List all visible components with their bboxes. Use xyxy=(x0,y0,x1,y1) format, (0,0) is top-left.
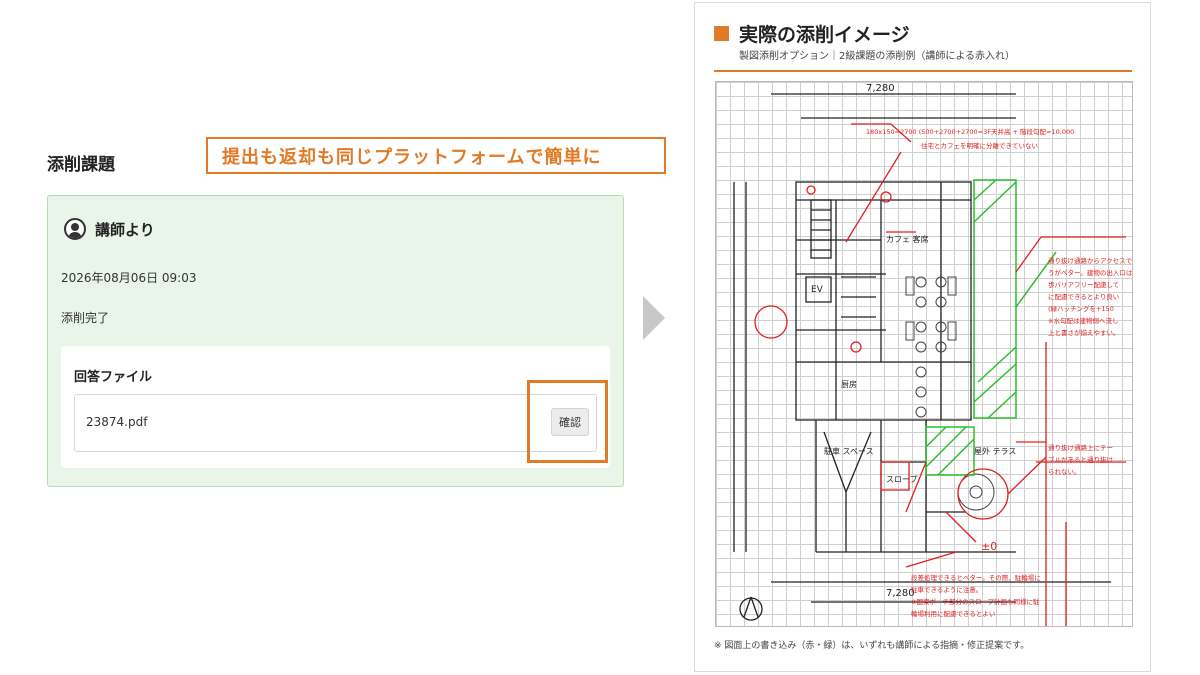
annotation-6: (緑ハッチングを+150 xyxy=(1048,304,1114,313)
annotation-9: 通り抜け通路上にテー xyxy=(1048,443,1113,452)
annotation-2: 通り抜け通路からアクセスできるように、カフェと書店を xyxy=(1048,256,1133,265)
callout-banner: 提出も返却も同じプラットフォームで簡単に xyxy=(206,137,666,174)
title-divider xyxy=(714,70,1132,72)
title-marker-icon xyxy=(714,26,729,41)
user-avatar-icon xyxy=(64,218,86,240)
annotation-10: ブルがあると通り抜け xyxy=(1048,455,1113,464)
annotation-3: うがベター。建物の出入口は xyxy=(1048,268,1133,277)
file-row: 23874.pdf 確認 xyxy=(74,394,597,452)
document-subtitle: 製図添削オプション｜2級課題の添削例（講師による赤入れ） xyxy=(739,51,1016,62)
ev-label: EV xyxy=(811,285,824,295)
annotation-5: に配慮できるとより良い xyxy=(1048,292,1119,301)
annotation-14: ※国東ポーチ部分のスロープ計画も同様に駐 xyxy=(911,597,1040,606)
kitchen-label: 厨房 xyxy=(841,379,857,389)
message-text: 添削完了 xyxy=(61,311,110,325)
answer-file-panel: 回答ファイル 23874.pdf 確認 xyxy=(61,346,610,468)
annotation-8: 上と書さが揃えやすい。 xyxy=(1048,328,1120,337)
annotation-1: 住宅とカフェを明確に分離できていない xyxy=(921,141,1038,150)
dim-top-label: 7,280 xyxy=(866,83,895,94)
confirm-button[interactable]: 確認 xyxy=(551,408,589,436)
floor-plan-drawing: 7,280 7,280 カフェ 客席 駐車 スペース 屋外 テラス スロープ E… xyxy=(715,81,1133,627)
annotation-12: 段差処理できるとベター。その際、駐輪場に xyxy=(911,573,1041,582)
document-footnote: ※ 図面上の書き込み（赤・緑）は、いずれも講師による指摘・修正提案です。 xyxy=(714,641,1030,651)
card-header: 講師より xyxy=(64,218,155,240)
cafe-label: カフェ 客席 xyxy=(886,234,929,244)
file-name: 23874.pdf xyxy=(86,415,148,429)
terrace-label: 屋外 テラス xyxy=(974,446,1016,456)
instructor-card: 講師より 2026年08月06日 09:03 添削完了 回答ファイル 23874… xyxy=(47,195,624,487)
annotation-13: 駐車できるように注意。 xyxy=(911,585,982,594)
answer-file-title: 回答ファイル xyxy=(74,370,153,385)
slope-label: スロープ xyxy=(886,475,918,484)
section-title: 添削課題 xyxy=(47,155,115,175)
annotation-11: られない。 xyxy=(1048,468,1081,476)
posted-date: 2026年08月06日 09:03 xyxy=(61,271,197,285)
zero-level-label: ±0 xyxy=(981,540,997,553)
annotation-4: 歩バリアフリー配慮して xyxy=(1048,280,1119,289)
author-label: 講師より xyxy=(95,220,155,239)
annotation-15: 輪場利用に配慮できるとよい xyxy=(911,609,995,618)
annotation-0: 180x150=2700 (500+2700+2700=3F天井高 + 階段勾配… xyxy=(866,127,1074,136)
parking-label: 駐車 スペース xyxy=(824,446,874,456)
annotation-7: ※水勾配は建物側へ流し xyxy=(1048,316,1118,325)
correction-document: 実際の添削イメージ 製図添削オプション｜2級課題の添削例（講師による赤入れ） 7… xyxy=(694,2,1151,672)
document-title: 実際の添削イメージ xyxy=(739,24,910,46)
arrow-right-icon xyxy=(643,296,665,340)
